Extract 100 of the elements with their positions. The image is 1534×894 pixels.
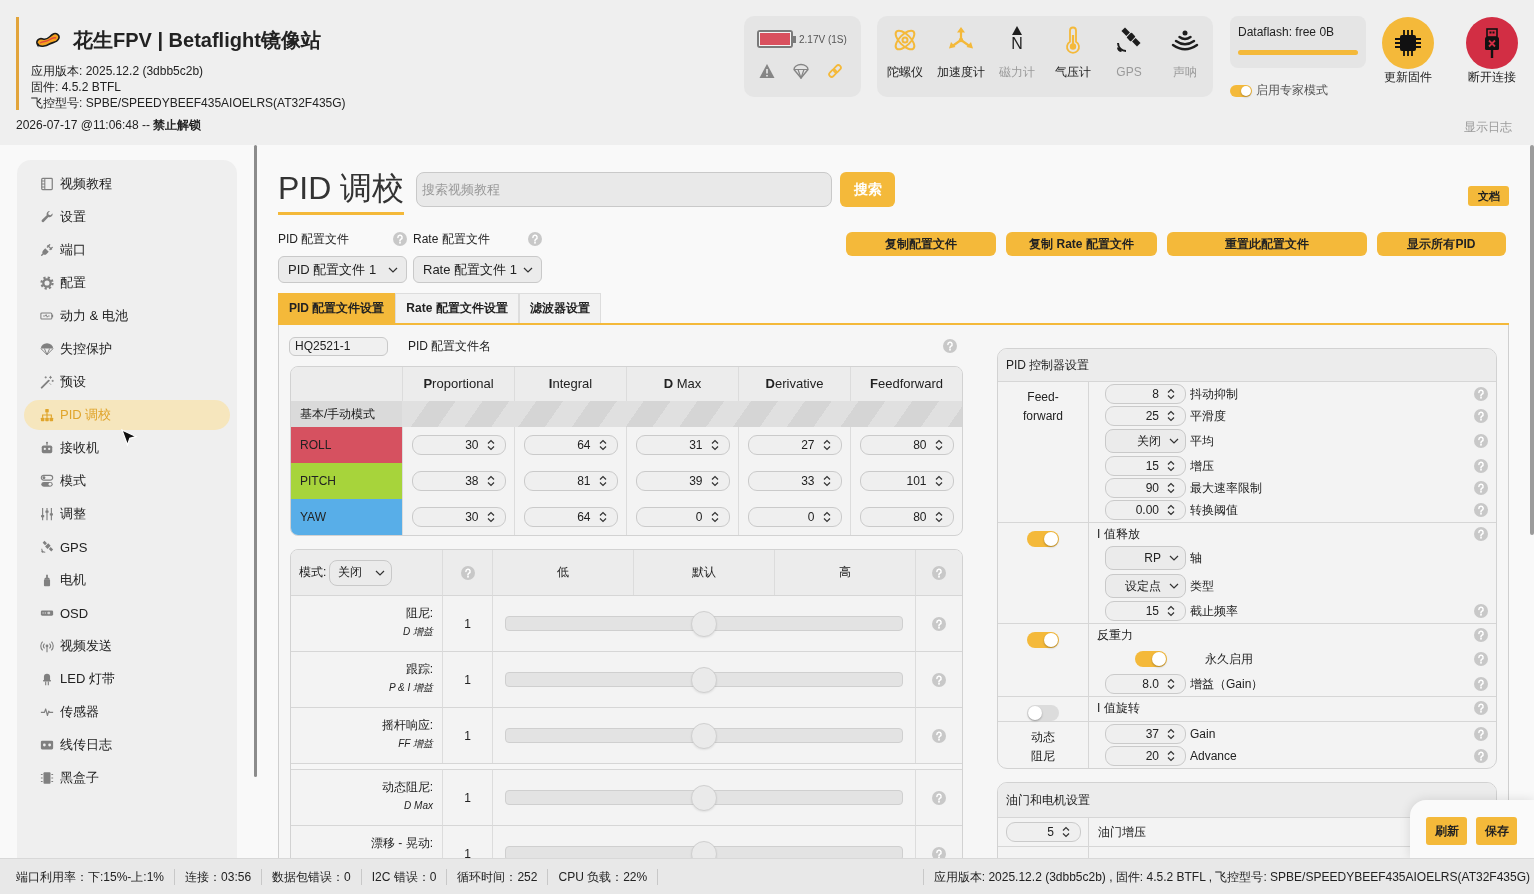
spinner-icon[interactable] bbox=[934, 475, 943, 487]
spinner-icon[interactable] bbox=[1062, 826, 1070, 838]
sidebar-item[interactable]: 传感器 bbox=[24, 697, 230, 727]
number-field[interactable]: 39 bbox=[635, 471, 730, 491]
help-icon[interactable] bbox=[1474, 459, 1488, 473]
spinner-icon[interactable] bbox=[710, 511, 719, 523]
sidebar-item[interactable]: 调整 bbox=[24, 499, 230, 529]
help-icon[interactable] bbox=[932, 846, 946, 858]
sidebar-item[interactable]: 线传日志 bbox=[24, 730, 230, 760]
slider-thumb[interactable] bbox=[691, 784, 717, 811]
number-field[interactable]: 31 bbox=[635, 435, 730, 455]
spinner-icon[interactable] bbox=[486, 511, 495, 523]
spinner-icon[interactable] bbox=[822, 475, 831, 487]
number-field[interactable]: 15 bbox=[1105, 601, 1186, 621]
sidebar-item[interactable]: 动力 & 电池 bbox=[24, 301, 230, 331]
help-icon[interactable] bbox=[932, 790, 946, 805]
sidebar-item[interactable]: 视频发送 bbox=[24, 631, 230, 661]
sidebar-item[interactable]: 设置 bbox=[24, 202, 230, 232]
toggle-switch[interactable] bbox=[1135, 651, 1167, 667]
tab[interactable]: Rate 配置文件设置 bbox=[395, 293, 519, 323]
number-field[interactable]: 8.0 bbox=[1105, 674, 1186, 694]
number-field[interactable]: 0 bbox=[747, 507, 842, 527]
number-field[interactable]: 64 bbox=[523, 435, 618, 455]
spinner-icon[interactable] bbox=[1167, 678, 1175, 690]
help-icon[interactable] bbox=[932, 616, 946, 631]
spinner-icon[interactable] bbox=[1167, 388, 1175, 400]
copy-rate-profile-button[interactable]: 复制 Rate 配置文件 bbox=[1006, 232, 1157, 256]
reset-profile-button[interactable]: 重置此配置文件 bbox=[1167, 232, 1367, 256]
number-field[interactable]: 5 bbox=[1006, 822, 1081, 842]
number-field[interactable]: 101 bbox=[859, 471, 954, 491]
copy-profile-button[interactable]: 复制配置文件 bbox=[846, 232, 996, 256]
help-icon[interactable] bbox=[1474, 701, 1488, 715]
spinner-icon[interactable] bbox=[1167, 605, 1175, 617]
toggle-switch[interactable] bbox=[1027, 705, 1059, 721]
spinner-icon[interactable] bbox=[598, 511, 607, 523]
profile-dropdown[interactable]: Rate 配置文件 1 bbox=[413, 256, 542, 283]
sidebar-item[interactable]: 视频教程 bbox=[24, 169, 230, 199]
help-icon[interactable] bbox=[1474, 527, 1488, 541]
spinner-icon[interactable] bbox=[1167, 504, 1175, 516]
number-field[interactable]: 0 bbox=[635, 507, 730, 527]
spinner-icon[interactable] bbox=[710, 439, 719, 451]
help-icon[interactable] bbox=[1474, 481, 1488, 495]
number-field[interactable]: 90 bbox=[1105, 478, 1186, 498]
save-button[interactable]: 保存 bbox=[1476, 817, 1517, 845]
spinner-icon[interactable] bbox=[822, 439, 831, 451]
spinner-icon[interactable] bbox=[1167, 460, 1175, 472]
help-icon[interactable] bbox=[393, 232, 407, 246]
help-icon[interactable] bbox=[943, 339, 957, 353]
spinner-icon[interactable] bbox=[1167, 728, 1175, 740]
help-icon[interactable] bbox=[932, 728, 946, 743]
help-icon[interactable] bbox=[1474, 503, 1488, 517]
sidebar-item[interactable]: 失控保护 bbox=[24, 334, 230, 364]
number-field[interactable]: 0.00 bbox=[1105, 500, 1186, 520]
toggle-switch[interactable] bbox=[1230, 84, 1252, 97]
number-field[interactable]: 8 bbox=[1105, 384, 1186, 404]
sidebar-item[interactable]: 电机 bbox=[24, 565, 230, 595]
help-icon[interactable] bbox=[1474, 677, 1488, 691]
help-icon[interactable] bbox=[460, 565, 475, 580]
help-icon[interactable] bbox=[932, 565, 946, 580]
scrollbar-thumb[interactable] bbox=[1530, 145, 1534, 535]
number-field[interactable]: 27 bbox=[747, 435, 842, 455]
number-field[interactable]: 33 bbox=[747, 471, 842, 491]
spinner-icon[interactable] bbox=[1167, 410, 1175, 422]
sidebar-item[interactable]: 模式 bbox=[24, 466, 230, 496]
spinner-icon[interactable] bbox=[1167, 482, 1175, 494]
sidebar-item[interactable]: GPS bbox=[24, 532, 230, 562]
search-field[interactable]: 搜索视频教程 bbox=[416, 172, 833, 207]
tab[interactable]: PID 配置文件设置 bbox=[278, 293, 396, 323]
spinner-icon[interactable] bbox=[598, 475, 607, 487]
scrollbar-thumb[interactable] bbox=[254, 145, 257, 777]
help-icon[interactable] bbox=[932, 672, 946, 687]
sidebar-item[interactable]: 预设 bbox=[24, 367, 230, 397]
spinner-icon[interactable] bbox=[822, 511, 831, 523]
spinner-icon[interactable] bbox=[1167, 750, 1175, 762]
sidebar-item[interactable]: OSD bbox=[24, 598, 230, 628]
mode-dropdown[interactable]: 关闭 bbox=[329, 559, 393, 586]
number-field[interactable]: 80 bbox=[859, 507, 954, 527]
dropdown[interactable]: 设定点 bbox=[1105, 574, 1186, 598]
spinner-icon[interactable] bbox=[710, 475, 719, 487]
number-field[interactable]: 64 bbox=[523, 507, 618, 527]
spinner-icon[interactable] bbox=[486, 439, 495, 451]
number-field[interactable]: 80 bbox=[859, 435, 954, 455]
profile-dropdown[interactable]: PID 配置文件 1 bbox=[278, 256, 407, 283]
slider-thumb[interactable] bbox=[691, 722, 717, 749]
number-field[interactable]: 25 bbox=[1105, 406, 1186, 426]
help-icon[interactable] bbox=[1474, 628, 1488, 642]
profile-name-field[interactable]: HQ2521-1 bbox=[289, 336, 388, 356]
number-field[interactable]: 37 bbox=[1105, 724, 1186, 744]
docs-button[interactable]: 文档 bbox=[1468, 186, 1509, 206]
sidebar-item[interactable]: 配置 bbox=[24, 268, 230, 298]
sidebar-item[interactable]: LED 灯带 bbox=[24, 664, 230, 694]
dropdown[interactable]: RP bbox=[1105, 546, 1186, 570]
refresh-button[interactable]: 刷新 bbox=[1426, 817, 1467, 845]
toggle-switch[interactable] bbox=[1027, 531, 1059, 547]
help-icon[interactable] bbox=[528, 232, 542, 246]
number-field[interactable]: 20 bbox=[1105, 746, 1186, 766]
help-icon[interactable] bbox=[1474, 409, 1488, 423]
help-icon[interactable] bbox=[1474, 604, 1488, 618]
tab[interactable]: 滤波器设置 bbox=[518, 293, 601, 323]
help-icon[interactable] bbox=[1474, 727, 1488, 741]
